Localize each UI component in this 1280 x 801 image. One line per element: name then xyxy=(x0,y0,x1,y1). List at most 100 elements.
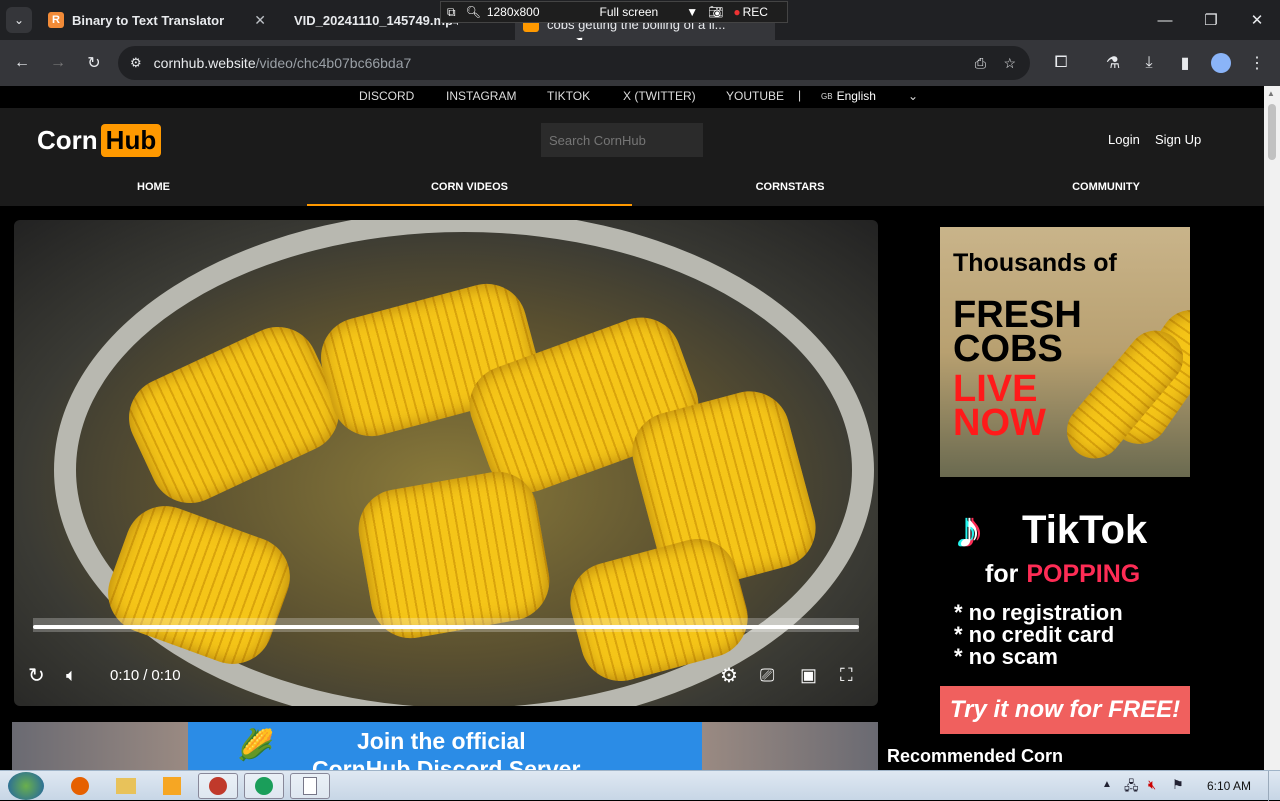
try-free-button[interactable]: Try it now for FREE! xyxy=(940,686,1190,734)
twitter-link[interactable]: X (TWITTER) xyxy=(623,89,696,103)
nav-label: HOME xyxy=(137,181,170,193)
banner-photo-left xyxy=(12,722,188,770)
scrollbar-thumb[interactable] xyxy=(1268,104,1276,160)
firefox-icon[interactable] xyxy=(60,773,100,799)
volume-icon: 🔈︎ xyxy=(66,664,77,685)
banner-photo-right xyxy=(702,722,878,770)
reload-button[interactable]: ↻ xyxy=(83,52,105,74)
downloads-button[interactable]: ⤓ xyxy=(1138,52,1160,74)
flask-icon: ⚗ xyxy=(1105,55,1121,72)
ad-fresh-cobs[interactable]: Thousands of FRESH COBS LIVE NOW xyxy=(940,227,1190,477)
nav-home[interactable]: HOME xyxy=(0,172,307,206)
ad-bullet: * no credit card xyxy=(954,622,1115,647)
miniplayer-button[interactable]: ▣ xyxy=(800,663,817,687)
site-info-icon[interactable]: ⚙ xyxy=(130,55,142,71)
minimize-button[interactable]: — xyxy=(1142,0,1188,40)
ad-subtitle: for POPPING xyxy=(985,560,1140,589)
nav-cornstars[interactable]: CORNSTARS xyxy=(632,172,948,206)
window-icon[interactable]: ⧉ xyxy=(447,5,456,20)
restore-button[interactable]: ❐ xyxy=(1188,0,1234,40)
app-glyph xyxy=(303,777,317,795)
cast-icon: ⎚ xyxy=(760,664,775,685)
corn-mascot-icon: 🌽 xyxy=(237,729,275,762)
language-select[interactable]: GB English ⌄ xyxy=(816,87,920,105)
cast-button[interactable]: ⎚ xyxy=(760,663,774,687)
settings-button[interactable]: ⚙ xyxy=(720,663,738,687)
arrow-left-icon: ← xyxy=(14,54,30,71)
app-glyph xyxy=(71,777,89,795)
zoom-icon[interactable]: 🔍︎ xyxy=(466,5,481,19)
login-link[interactable]: Login xyxy=(1108,132,1140,147)
time-display: 0:10 / 0:10 xyxy=(110,663,181,687)
replay-button[interactable]: ↻ xyxy=(28,663,45,687)
extensions-button[interactable]: ⧠ xyxy=(1050,52,1072,74)
bookmark-star-icon[interactable]: ☆ xyxy=(1003,55,1016,72)
action-center-flag-icon[interactable]: ⚑ xyxy=(1172,777,1184,793)
recorder-app-icon[interactable] xyxy=(198,773,238,799)
duration: 0:10 xyxy=(151,666,181,684)
url-path: /video/chc4b07bc66bda7 xyxy=(255,55,412,71)
discord-banner[interactable]: 🌽 Join the official CornHub Discord Serv… xyxy=(12,722,878,770)
network-icon[interactable]: 🖧 xyxy=(1124,777,1139,799)
tab-video-file[interactable]: VID_20241110_145749.mp4 xyxy=(278,0,458,40)
page-scrollbar[interactable]: ▲ xyxy=(1264,86,1280,770)
close-icon[interactable]: ✕ xyxy=(254,12,266,29)
tab-title: VID_20241110_145749.mp4 xyxy=(294,12,458,28)
address-bar[interactable]: ⚙ cornhub.website/video/chc4b07bc66bda7 … xyxy=(118,46,1030,80)
tray-expand-icon[interactable]: ▲ xyxy=(1102,779,1112,790)
show-desktop-button[interactable] xyxy=(1268,771,1280,801)
tiktok-link[interactable]: TIKTOK xyxy=(547,89,590,103)
miniplayer-icon: ▣ xyxy=(800,664,818,685)
tiktok-logo-icon: ♪ xyxy=(956,501,982,559)
reload-icon: ↻ xyxy=(87,55,101,72)
clock[interactable]: 6:10 AM xyxy=(1207,779,1251,793)
media-player-icon[interactable] xyxy=(152,773,192,799)
search-input[interactable] xyxy=(541,123,703,157)
video-player[interactable]: ↻ 🔈︎ 0:10 / 0:10 ⚙ ⎚ ▣ ⛶ xyxy=(14,220,878,706)
start-button[interactable] xyxy=(8,772,44,800)
discord-link[interactable]: DISCORD xyxy=(359,89,414,103)
volume-muted-icon[interactable]: 🔇︎ xyxy=(1148,777,1156,793)
menu-button[interactable]: ⋮ xyxy=(1246,52,1268,74)
close-window-button[interactable]: ✕ xyxy=(1234,0,1280,40)
instagram-link[interactable]: INSTAGRAM xyxy=(446,89,516,103)
favicon-icon: R xyxy=(48,12,64,28)
minimize-icon: — xyxy=(1157,11,1173,29)
resolution-label: 1280x800 xyxy=(486,5,540,19)
fullscreen-button[interactable]: ⛶ xyxy=(840,663,853,687)
youtube-link[interactable]: YOUTUBE xyxy=(726,89,784,103)
tab-binary-translator[interactable]: R Binary to Text Translator ✕ xyxy=(40,0,276,40)
back-button[interactable]: ← xyxy=(11,52,33,74)
gear-icon: ⚙ xyxy=(720,664,738,687)
nav-corn-videos[interactable]: CORN VIDEOS xyxy=(307,172,632,206)
file-explorer-icon[interactable] xyxy=(106,773,146,799)
tab-search-button[interactable]: ⌄ xyxy=(6,7,32,33)
camera-icon[interactable]: 📷︎ xyxy=(708,5,723,19)
ad-subtitle-highlight: POPPING xyxy=(1026,560,1141,588)
windows-taskbar: ▲ 🖧 🔇︎ ⚑ 6:10 AM xyxy=(0,770,1280,801)
record-dot-icon: ● xyxy=(733,5,741,19)
side-panel-button[interactable]: ▮ xyxy=(1174,52,1196,74)
side-panel-icon: ▮ xyxy=(1180,55,1190,72)
dropdown-icon[interactable]: ▼ xyxy=(686,5,698,19)
separator: | xyxy=(798,88,802,102)
labs-button[interactable]: ⚗ xyxy=(1102,52,1124,74)
capture-mode-select[interactable]: Full screen xyxy=(600,5,659,19)
chrome-icon[interactable] xyxy=(244,773,284,799)
forward-button[interactable]: → xyxy=(47,52,69,74)
arrow-right-icon: → xyxy=(50,54,66,71)
scroll-up-icon[interactable]: ▲ xyxy=(1267,89,1275,98)
browser-toolbar: ← → ↻ ⚙ cornhub.website/video/chc4b07bc6… xyxy=(0,40,1280,86)
ad-tiktok[interactable]: ♪ TikTok for POPPING * no registration *… xyxy=(940,496,1190,736)
install-app-icon[interactable]: ⎙ xyxy=(975,55,986,72)
signup-link[interactable]: Sign Up xyxy=(1155,132,1201,147)
nav-label: CORNSTARS xyxy=(755,181,825,193)
site-logo[interactable]: Corn Hub xyxy=(37,122,162,158)
notepad-icon[interactable] xyxy=(290,773,330,799)
social-links-bar: DISCORD INSTAGRAM TIKTOK X (TWITTER) YOU… xyxy=(0,86,1264,108)
mute-button[interactable]: 🔈︎ xyxy=(66,663,77,687)
progress-bar[interactable] xyxy=(33,625,859,629)
nav-community[interactable]: COMMUNITY xyxy=(948,172,1264,206)
record-button[interactable]: REC xyxy=(743,5,768,19)
profile-button[interactable] xyxy=(1210,52,1232,74)
